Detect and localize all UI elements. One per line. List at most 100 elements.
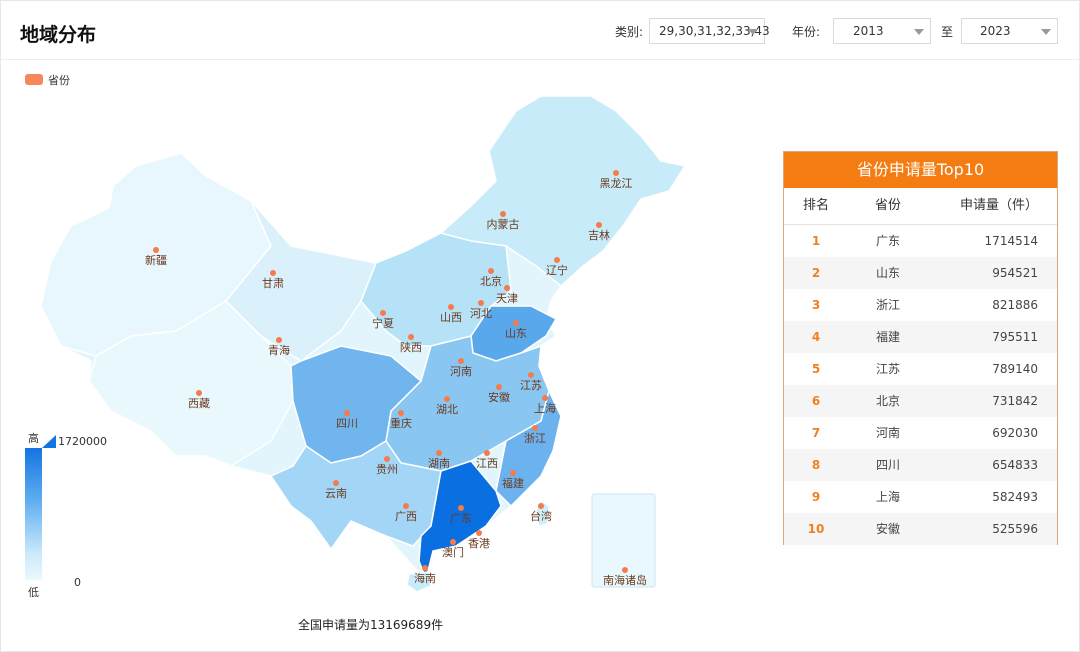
province-marker[interactable] [196,390,202,396]
province-label: 安徽 [488,390,510,404]
count-cell: 731842 [992,394,1038,408]
rank-cell: 8 [811,458,821,472]
province-label: 湖南 [428,457,450,470]
province-label: 湖北 [436,403,458,416]
province-marker[interactable] [422,565,428,571]
province-label: 山西 [440,311,462,324]
province-marker[interactable] [450,539,456,545]
year-from-select[interactable]: 2013 [833,18,931,44]
province-marker[interactable] [528,372,534,378]
province-label: 云南 [325,487,347,500]
province-cell: 上海 [875,490,900,504]
province-label: 海南 [414,571,436,585]
count-cell: 795511 [992,330,1038,344]
province-marker[interactable] [532,425,538,431]
province-marker[interactable] [444,396,450,402]
province-cell: 广东 [875,234,900,248]
province-marker[interactable] [476,530,482,536]
province-label: 辽宁 [546,263,568,277]
province-marker[interactable] [408,334,414,340]
table-row[interactable]: 8 四川 654833 [784,449,1057,481]
province-marker[interactable] [504,285,510,291]
province-marker[interactable] [542,395,548,401]
province-marker[interactable] [538,503,544,509]
col-count: 申请量（件） [959,198,1038,213]
province-marker[interactable] [622,567,628,573]
top10-header-row: 排名 省份 申请量（件） [784,188,1057,225]
province-marker[interactable] [436,450,442,456]
province-marker[interactable] [510,470,516,476]
count-cell: 789140 [992,362,1038,376]
province-marker[interactable] [384,456,390,462]
category-select[interactable]: 29,30,31,32,33,43 [649,18,770,44]
year-to-select[interactable]: 2023 [961,18,1058,44]
province-marker[interactable] [458,358,464,364]
province-marker[interactable] [488,268,494,274]
province-marker[interactable] [554,257,560,263]
top10-body: 1 广东 1714514 2 山东 954521 3 浙江 821886 4 福建 795511 5 江苏… [784,225,1057,545]
table-row[interactable]: 6 北京 731842 [784,385,1057,417]
count-cell: 821886 [992,298,1038,312]
scale-high-label: 高 [28,432,39,445]
rank-cell: 7 [811,426,821,440]
province-label: 南海诸岛 [603,573,647,587]
category-label: 类别: [615,25,644,39]
table-row[interactable]: 9 上海 582493 [784,481,1057,513]
province-cell: 河南 [875,426,900,440]
province-marker[interactable] [403,503,409,509]
scale-cap [42,435,56,448]
count-cell: 582493 [992,490,1038,504]
year-from-value: 2013 [853,24,884,38]
province-marker[interactable] [276,337,282,343]
table-row[interactable]: 3 浙江 821886 [784,289,1057,321]
province-marker[interactable] [380,310,386,316]
color-scale-bar[interactable] [25,448,42,580]
china-map[interactable]: 黑龙江内蒙古吉林辽宁 新疆甘肃 北京天津河北宁夏 山西山东青海 陕西河南江苏安徽上海 西藏… [1,59,761,599]
count-cell: 954521 [992,266,1038,280]
province-label: 江西 [476,457,498,470]
province-marker[interactable] [496,384,502,390]
rank-cell: 9 [811,490,821,504]
rank-cell: 3 [811,298,821,312]
chevron-down-icon [1041,29,1051,35]
table-row[interactable]: 2 山东 954521 [784,257,1057,289]
province-cell: 北京 [875,394,900,408]
province-label: 青海 [268,343,290,357]
table-row[interactable]: 10 安徽 525596 [784,513,1057,545]
region-distribution-panel: 地域分布 类别: 29,30,31,32,33,43 年份: 2013 至 20… [0,0,1080,652]
count-cell: 692030 [992,426,1038,440]
province-marker[interactable] [448,304,454,310]
province-marker[interactable] [596,222,602,228]
province-cell: 浙江 [875,298,900,312]
province-marker[interactable] [484,450,490,456]
province-marker[interactable] [513,320,519,326]
top10-title: 省份申请量Top10 [784,152,1057,188]
table-row[interactable]: 4 福建 795511 [784,321,1057,353]
province-marker[interactable] [478,300,484,306]
province-label: 宁夏 [372,316,394,330]
table-row[interactable]: 1 广东 1714514 [784,225,1057,257]
province-label: 澳门 [442,545,464,559]
table-row[interactable]: 5 江苏 789140 [784,353,1057,385]
count-cell: 1714514 [984,234,1038,248]
province-marker[interactable] [153,247,159,253]
province-marker[interactable] [333,480,339,486]
count-cell: 525596 [992,522,1038,536]
province-marker[interactable] [398,410,404,416]
province-cell: 四川 [875,458,900,472]
province-marker[interactable] [270,270,276,276]
rank-cell: 2 [811,266,821,280]
province-marker[interactable] [344,410,350,416]
province-marker[interactable] [613,170,619,176]
province-label: 广西 [395,510,417,523]
col-province: 省份 [874,198,901,213]
province-label: 上海 [534,401,556,415]
scale-low-label: 低 [28,586,39,599]
province-label: 福建 [502,476,524,490]
table-row[interactable]: 7 河南 692030 [784,417,1057,449]
col-rank: 排名 [802,198,829,213]
province-marker[interactable] [500,211,506,217]
province-label: 甘肃 [262,277,284,290]
province-marker[interactable] [458,505,464,511]
count-cell: 654833 [992,458,1038,472]
